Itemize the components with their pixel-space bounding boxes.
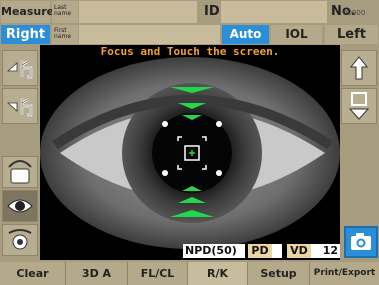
print-export-button[interactable]: Print/Export	[310, 262, 379, 285]
eye-left-tab[interactable]: Left	[325, 25, 378, 44]
move-down-eye-button[interactable]	[2, 88, 38, 124]
last-name-label-text: Last name	[54, 4, 72, 17]
eye-open-icon	[7, 199, 33, 213]
no-value: 00000	[343, 9, 366, 17]
eye-open-button[interactable]	[2, 190, 38, 222]
measure-label: Measure	[1, 1, 54, 23]
eye-right-tab[interactable]: Right	[1, 25, 50, 44]
reflex-dot	[162, 121, 168, 127]
align-arrow-up-3	[182, 115, 202, 120]
last-name-field[interactable]	[79, 1, 197, 23]
move-down-arrow-icon	[348, 92, 370, 120]
first-name-label-text: First name	[54, 27, 72, 40]
move-down-button[interactable]	[341, 88, 377, 124]
auto-button[interactable]: Auto	[222, 25, 269, 44]
eye-camera-view[interactable]: Focus and Touch the screen.	[40, 45, 340, 260]
lower-eyelid-icon	[8, 229, 32, 250]
clear-button[interactable]: Clear	[0, 262, 66, 285]
iol-button[interactable]: IOL	[271, 25, 322, 44]
move-up-eye-button[interactable]	[2, 50, 38, 86]
pd-label: PD	[248, 244, 272, 258]
vd-label: VD	[287, 244, 311, 258]
alignment-overlay	[162, 87, 222, 217]
id-label: ID	[204, 4, 220, 19]
move-up-eye-icon	[6, 60, 33, 79]
last-name-label: Last name	[52, 1, 78, 23]
reflex-dot	[162, 170, 168, 176]
align-arrow-up-1	[170, 87, 214, 93]
3d-a-button[interactable]: 3D A	[66, 262, 128, 285]
upper-eyelid-button[interactable]	[2, 156, 38, 188]
reflex-dot	[216, 121, 222, 127]
align-arrow-down-1	[182, 186, 202, 191]
first-name-label: First name	[52, 25, 78, 44]
lower-eyelid-button[interactable]	[2, 224, 38, 256]
upper-eyelid-icon	[8, 160, 32, 184]
npd-label: NPD(50)	[183, 244, 245, 258]
id-field[interactable]	[221, 1, 327, 23]
first-name-field[interactable]	[79, 25, 220, 44]
fl-cl-button[interactable]: FL/CL	[128, 262, 188, 285]
camera-icon	[351, 233, 371, 250]
reflex-dot	[216, 170, 222, 176]
target-cross	[189, 150, 195, 156]
move-up-button[interactable]	[341, 50, 377, 86]
vd-value: 12	[311, 244, 340, 258]
move-down-eye-icon	[6, 98, 33, 117]
move-up-arrow-icon	[349, 56, 369, 80]
align-arrow-up-2	[178, 103, 206, 109]
setup-button[interactable]: Setup	[248, 262, 310, 285]
align-arrow-down-2	[178, 197, 206, 203]
align-arrow-down-3	[170, 210, 214, 217]
capture-button[interactable]	[344, 226, 378, 258]
r-k-button[interactable]: R/K	[188, 262, 248, 285]
pd-value	[272, 244, 282, 258]
